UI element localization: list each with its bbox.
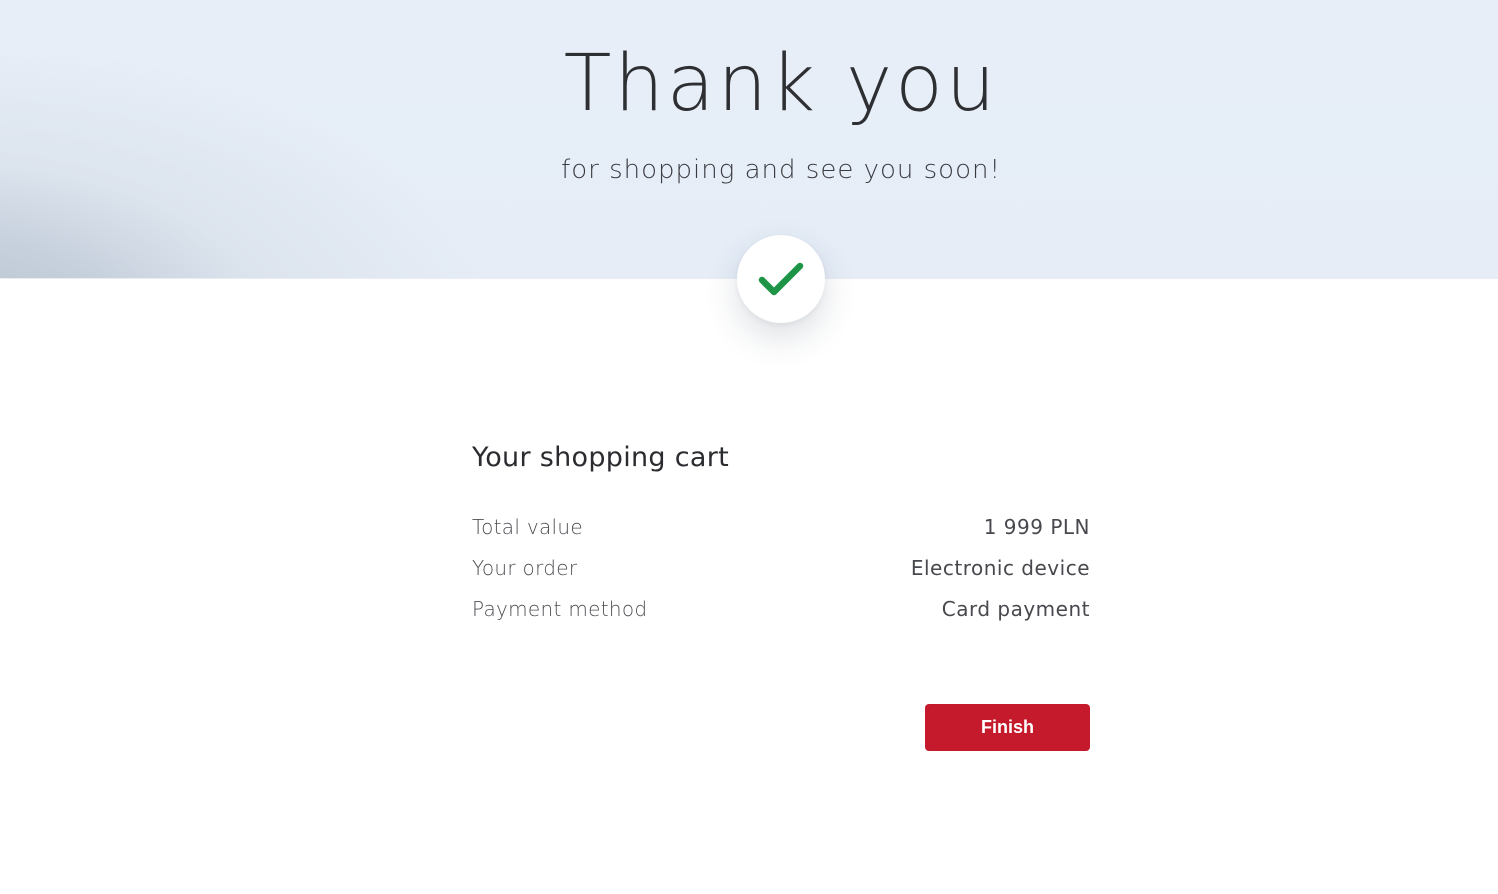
row-value: Card payment	[941, 596, 1090, 621]
row-label: Your order	[472, 555, 578, 580]
summary-row-payment-method: Payment method Card payment	[472, 588, 1090, 629]
checkmark-icon	[758, 262, 804, 296]
row-label: Total value	[472, 514, 583, 539]
success-badge	[737, 235, 825, 323]
thank-you-page: Thank you for shopping and see you soon!…	[0, 0, 1498, 894]
summary-row-your-order: Your order Electronic device	[472, 547, 1090, 588]
summary-row-total-value: Total value 1 999 PLN	[472, 506, 1090, 547]
page-subtitle: for shopping and see you soon!	[561, 155, 1001, 185]
cart-title: Your shopping cart	[472, 442, 730, 473]
row-value: 1 999 PLN	[983, 514, 1090, 539]
finish-button[interactable]: Finish	[925, 704, 1090, 751]
row-value: Electronic device	[910, 555, 1090, 580]
row-label: Payment method	[472, 596, 648, 621]
hero-banner: Thank you for shopping and see you soon!	[0, 0, 1498, 279]
page-title: Thank you	[563, 39, 999, 129]
cart-details: Total value 1 999 PLN Your order Electro…	[472, 506, 1090, 629]
shopping-cart-summary: Your shopping cart Total value 1 999 PLN…	[472, 436, 1090, 629]
